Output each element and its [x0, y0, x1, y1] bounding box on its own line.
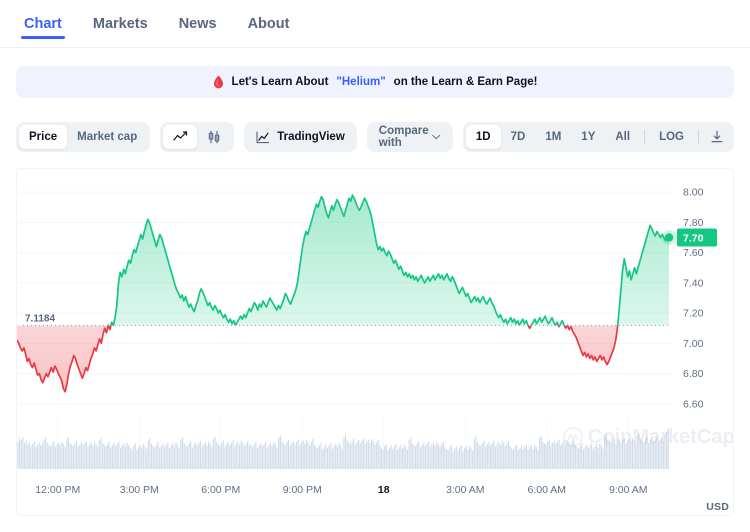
chart-toolbar: Price Market cap [16, 122, 734, 152]
svg-text:7.00: 7.00 [683, 338, 704, 350]
price-toggle-button[interactable]: Price [19, 125, 67, 149]
download-icon [710, 130, 724, 144]
tab-news[interactable]: News [179, 16, 217, 45]
svg-text:6:00 PM: 6:00 PM [201, 484, 240, 496]
price-chart-card[interactable]: CoinMarketCap 7.1184 8.00 7.80 7.60 7.40 7.20 7… [16, 168, 734, 516]
chart-type-toggle [160, 122, 234, 152]
svg-text:7.1184: 7.1184 [25, 313, 55, 324]
range-1d-button[interactable]: 1D [466, 125, 501, 149]
svg-text:12:00 PM: 12:00 PM [35, 484, 80, 496]
banner-text-before: Let's Learn About [232, 76, 329, 88]
fire-drop-icon [213, 75, 224, 89]
line-chart-icon [173, 131, 188, 143]
candlestick-chart-button[interactable] [197, 125, 231, 149]
tab-chart[interactable]: Chart [24, 16, 62, 45]
marketcap-toggle-button[interactable]: Market cap [67, 125, 147, 149]
svg-text:8.00: 8.00 [683, 187, 704, 199]
svg-text:3:00 AM: 3:00 AM [446, 484, 485, 496]
tab-about-label: About [248, 16, 290, 32]
banner-content: Let's Learn About "Helium" on the Learn … [213, 75, 538, 89]
line-chart-button[interactable] [163, 125, 197, 149]
svg-text:7.70: 7.70 [683, 233, 704, 245]
chevron-down-icon [432, 133, 440, 141]
svg-text:6:00 AM: 6:00 AM [527, 484, 566, 496]
svg-text:3:00 PM: 3:00 PM [120, 484, 159, 496]
currency-label: USD [706, 501, 729, 513]
tab-news-label: News [179, 16, 217, 32]
svg-text:CoinMarketCap: CoinMarketCap [588, 426, 733, 448]
download-chart-button[interactable] [703, 125, 731, 149]
candlestick-chart-icon [206, 130, 222, 144]
tab-markets-label: Markets [93, 16, 148, 32]
svg-text:9:00 AM: 9:00 AM [609, 484, 648, 496]
price-chart[interactable]: CoinMarketCap 7.1184 8.00 7.80 7.60 7.40 7.20 7… [17, 169, 733, 515]
price-marketcap-toggle: Price Market cap [16, 122, 150, 152]
compare-with-dropdown[interactable]: Compare with [367, 122, 453, 152]
range-7d-button[interactable]: 7D [501, 125, 536, 149]
tab-markets[interactable]: Markets [93, 16, 148, 45]
svg-text:7.60: 7.60 [683, 247, 704, 259]
tradingview-label: TradingView [277, 131, 345, 143]
toolbar-divider-2 [698, 130, 699, 144]
tab-chart-label: Chart [24, 16, 62, 32]
svg-text:7.40: 7.40 [683, 277, 704, 289]
time-range-selector: 1D 7D 1M 1Y All LOG [463, 122, 734, 152]
tradingview-icon [256, 131, 270, 144]
compare-with-label: Compare with [379, 125, 433, 149]
banner-text-after: on the Learn & Earn Page! [394, 76, 538, 88]
svg-text:7.80: 7.80 [683, 217, 704, 229]
chart-page: Chart Markets News About Let's Learn Abo… [0, 0, 750, 532]
log-scale-button[interactable]: LOG [649, 125, 694, 149]
svg-text:6.60: 6.60 [683, 398, 704, 410]
svg-text:18: 18 [378, 484, 390, 496]
tab-about[interactable]: About [248, 16, 290, 45]
learn-earn-banner[interactable]: Let's Learn About "Helium" on the Learn … [16, 66, 734, 98]
svg-text:9:00 PM: 9:00 PM [283, 484, 322, 496]
svg-text:6.80: 6.80 [683, 368, 704, 380]
range-1m-button[interactable]: 1M [535, 125, 571, 149]
range-1y-button[interactable]: 1Y [571, 125, 605, 149]
range-all-button[interactable]: All [605, 125, 640, 149]
banner-link[interactable]: "Helium" [336, 76, 385, 88]
svg-text:7.20: 7.20 [683, 308, 704, 320]
tradingview-button[interactable]: TradingView [244, 122, 357, 152]
toolbar-divider-1 [644, 130, 645, 144]
tab-bar: Chart Markets News About [0, 0, 750, 48]
